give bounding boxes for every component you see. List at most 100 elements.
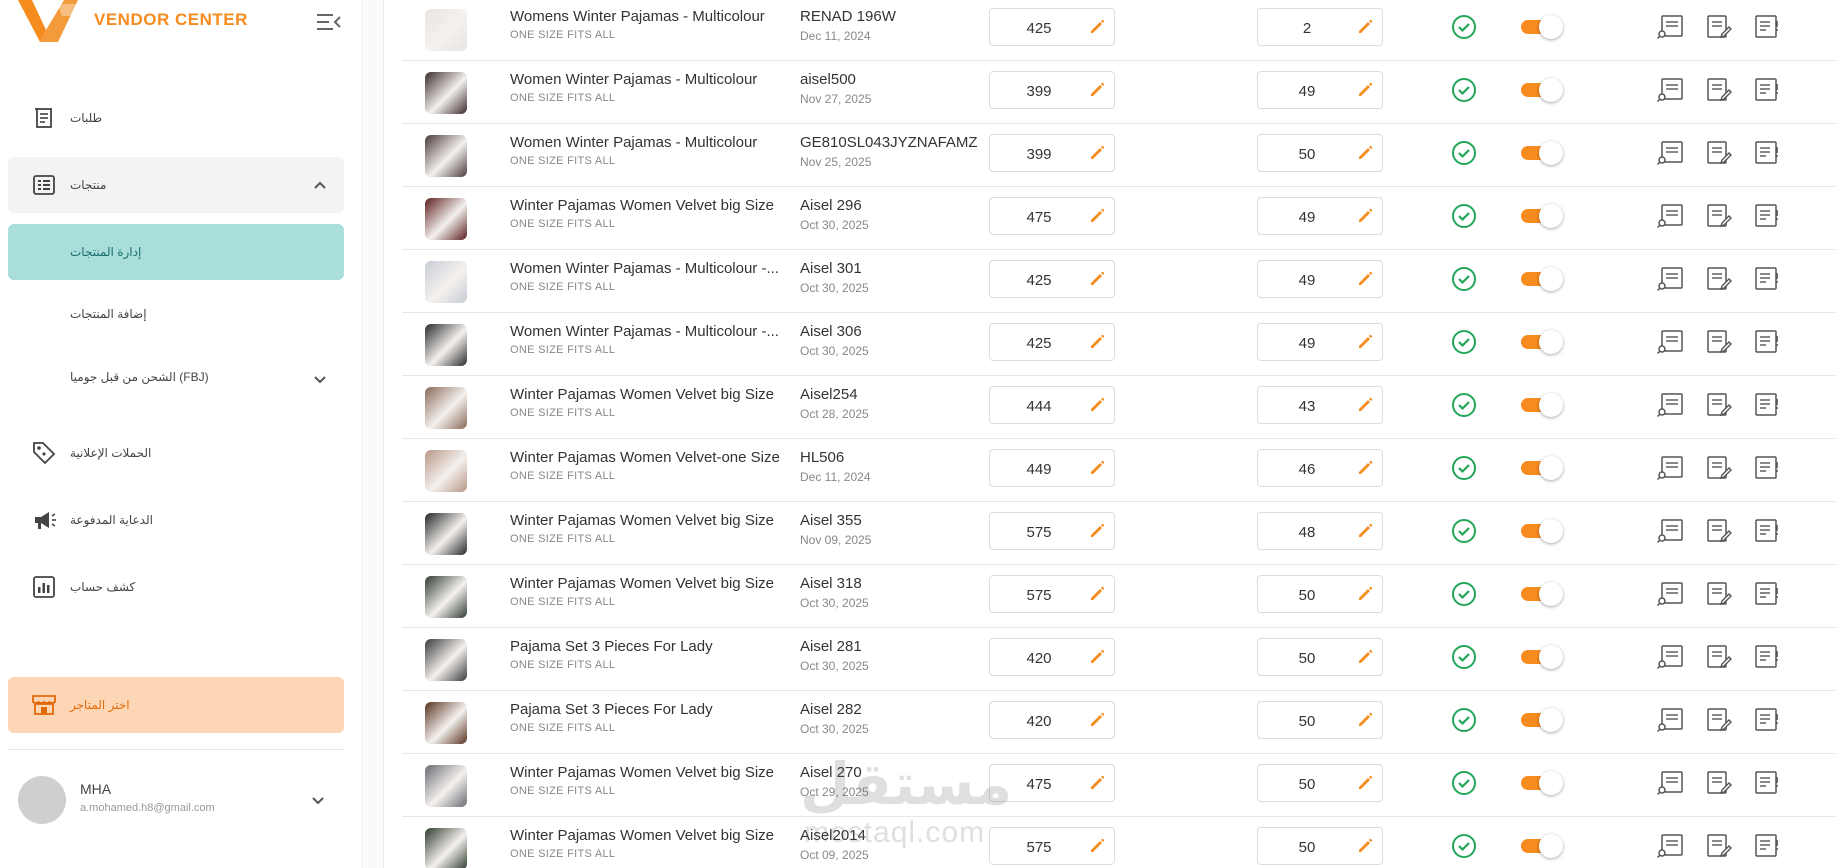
edit-price-pencil-icon[interactable] <box>1088 18 1106 36</box>
sidebar-item-add-products[interactable]: إضافة المنتجات <box>8 286 344 342</box>
product-thumbnail[interactable] <box>425 135 467 177</box>
product-name[interactable]: Pajama Set 3 Pieces For Lady <box>510 638 800 655</box>
active-toggle[interactable] <box>1519 708 1565 732</box>
price-field[interactable]: 449 <box>989 449 1115 487</box>
stock-field[interactable]: 49 <box>1257 323 1383 361</box>
edit-price-pencil-icon[interactable] <box>1088 81 1106 99</box>
stock-field[interactable]: 2 <box>1257 8 1383 46</box>
edit-stock-pencil-icon[interactable] <box>1356 18 1374 36</box>
view-details-icon[interactable] <box>1656 75 1686 105</box>
stock-field[interactable]: 50 <box>1257 134 1383 172</box>
product-thumbnail[interactable] <box>425 828 467 868</box>
stock-field[interactable]: 50 <box>1257 764 1383 802</box>
edit-stock-pencil-icon[interactable] <box>1356 207 1374 225</box>
active-toggle[interactable] <box>1519 645 1565 669</box>
product-name[interactable]: Women Winter Pajamas - Multicolour <box>510 71 800 88</box>
active-toggle[interactable] <box>1519 141 1565 165</box>
price-field[interactable]: 425 <box>989 8 1115 46</box>
product-name[interactable]: Winter Pajamas Women Velvet-one Size <box>510 449 800 466</box>
view-details-icon[interactable] <box>1656 264 1686 294</box>
active-toggle[interactable] <box>1519 330 1565 354</box>
sidebar-item-orders[interactable]: طلبات <box>8 90 344 146</box>
product-name[interactable]: Women Winter Pajamas - Multicolour -... <box>510 260 800 277</box>
view-details-icon[interactable] <box>1656 768 1686 798</box>
select-store-button[interactable]: اختر المتاجر <box>8 677 344 733</box>
product-thumbnail[interactable] <box>425 72 467 114</box>
stock-field[interactable]: 43 <box>1257 386 1383 424</box>
view-details-icon[interactable] <box>1656 390 1686 420</box>
price-field[interactable]: 420 <box>989 638 1115 676</box>
view-details-icon[interactable] <box>1656 201 1686 231</box>
product-name[interactable]: Women Winter Pajamas - Multicolour <box>510 134 800 151</box>
edit-stock-pencil-icon[interactable] <box>1356 396 1374 414</box>
price-field[interactable]: 444 <box>989 386 1115 424</box>
product-info-icon[interactable] <box>1751 75 1781 105</box>
view-details-icon[interactable] <box>1656 327 1686 357</box>
price-field[interactable]: 425 <box>989 323 1115 361</box>
edit-stock-pencil-icon[interactable] <box>1356 774 1374 792</box>
edit-product-icon[interactable] <box>1703 75 1733 105</box>
price-field[interactable]: 399 <box>989 134 1115 172</box>
sidebar-item-campaigns[interactable]: الحملات الإعلانية <box>8 425 344 481</box>
edit-stock-pencil-icon[interactable] <box>1356 333 1374 351</box>
active-toggle[interactable] <box>1519 456 1565 480</box>
edit-price-pencil-icon[interactable] <box>1088 333 1106 351</box>
stock-field[interactable]: 50 <box>1257 638 1383 676</box>
product-thumbnail[interactable] <box>425 513 467 555</box>
product-thumbnail[interactable] <box>425 387 467 429</box>
product-name[interactable]: Winter Pajamas Women Velvet big Size <box>510 512 800 529</box>
product-info-icon[interactable] <box>1751 768 1781 798</box>
edit-price-pencil-icon[interactable] <box>1088 270 1106 288</box>
view-details-icon[interactable] <box>1656 705 1686 735</box>
edit-price-pencil-icon[interactable] <box>1088 837 1106 855</box>
product-name[interactable]: Winter Pajamas Women Velvet big Size <box>510 764 800 781</box>
product-info-icon[interactable] <box>1751 138 1781 168</box>
stock-field[interactable]: 46 <box>1257 449 1383 487</box>
product-thumbnail[interactable] <box>425 261 467 303</box>
product-info-icon[interactable] <box>1751 642 1781 672</box>
product-thumbnail[interactable] <box>425 639 467 681</box>
edit-price-pencil-icon[interactable] <box>1088 585 1106 603</box>
edit-product-icon[interactable] <box>1703 579 1733 609</box>
edit-product-icon[interactable] <box>1703 831 1733 861</box>
edit-price-pencil-icon[interactable] <box>1088 207 1106 225</box>
product-thumbnail[interactable] <box>425 9 467 51</box>
edit-price-pencil-icon[interactable] <box>1088 144 1106 162</box>
price-field[interactable]: 475 <box>989 764 1115 802</box>
view-details-icon[interactable] <box>1656 138 1686 168</box>
view-details-icon[interactable] <box>1656 516 1686 546</box>
active-toggle[interactable] <box>1519 15 1565 39</box>
product-name[interactable]: Pajama Set 3 Pieces For Lady <box>510 701 800 718</box>
product-info-icon[interactable] <box>1751 12 1781 42</box>
view-details-icon[interactable] <box>1656 831 1686 861</box>
price-field[interactable]: 420 <box>989 701 1115 739</box>
edit-price-pencil-icon[interactable] <box>1088 774 1106 792</box>
product-info-icon[interactable] <box>1751 327 1781 357</box>
product-name[interactable]: Winter Pajamas Women Velvet big Size <box>510 575 800 592</box>
price-field[interactable]: 575 <box>989 827 1115 865</box>
edit-stock-pencil-icon[interactable] <box>1356 837 1374 855</box>
product-info-icon[interactable] <box>1751 453 1781 483</box>
edit-stock-pencil-icon[interactable] <box>1356 144 1374 162</box>
product-info-icon[interactable] <box>1751 831 1781 861</box>
product-name[interactable]: Womens Winter Pajamas - Multicolour <box>510 8 800 25</box>
sidebar-item-sponsored-ads[interactable]: الدعاية المدفوعة <box>8 492 344 548</box>
product-thumbnail[interactable] <box>425 450 467 492</box>
edit-price-pencil-icon[interactable] <box>1088 459 1106 477</box>
edit-price-pencil-icon[interactable] <box>1088 711 1106 729</box>
product-info-icon[interactable] <box>1751 705 1781 735</box>
product-thumbnail[interactable] <box>425 198 467 240</box>
active-toggle[interactable] <box>1519 582 1565 606</box>
edit-product-icon[interactable] <box>1703 642 1733 672</box>
active-toggle[interactable] <box>1519 204 1565 228</box>
chevron-down-icon[interactable] <box>310 792 326 808</box>
edit-product-icon[interactable] <box>1703 390 1733 420</box>
stock-field[interactable]: 48 <box>1257 512 1383 550</box>
active-toggle[interactable] <box>1519 78 1565 102</box>
edit-product-icon[interactable] <box>1703 768 1733 798</box>
edit-product-icon[interactable] <box>1703 12 1733 42</box>
product-name[interactable]: Winter Pajamas Women Velvet big Size <box>510 827 800 844</box>
view-details-icon[interactable] <box>1656 453 1686 483</box>
edit-product-icon[interactable] <box>1703 327 1733 357</box>
product-name[interactable]: Women Winter Pajamas - Multicolour -... <box>510 323 800 340</box>
